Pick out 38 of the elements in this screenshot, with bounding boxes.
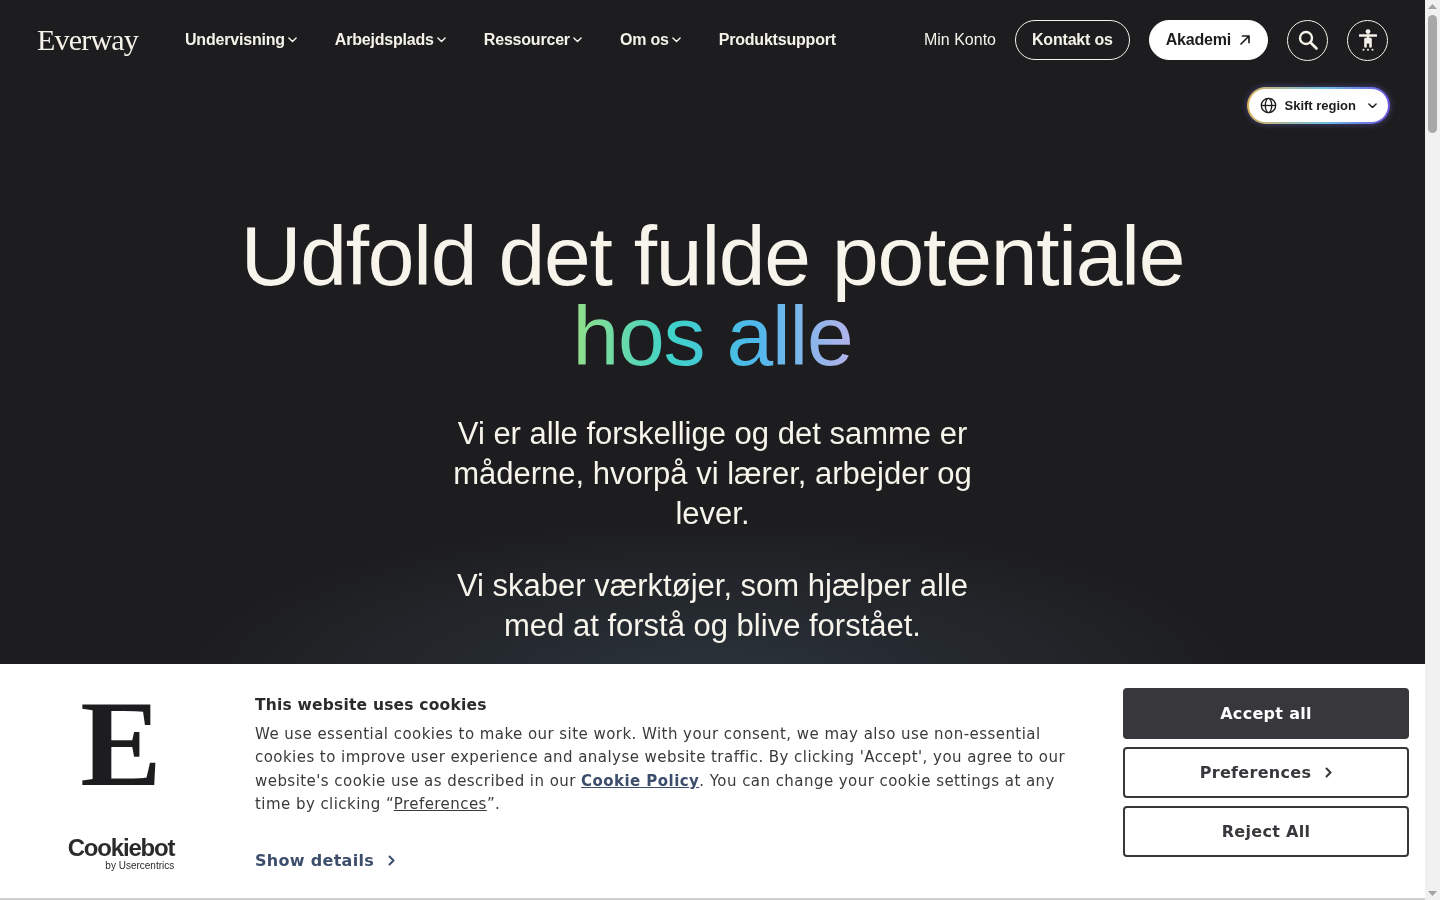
show-details-link[interactable]: Show details — [255, 848, 396, 873]
chevron-down-icon — [287, 37, 297, 43]
chevron-right-icon — [1325, 767, 1333, 778]
nav-menu-link[interactable]: Om os — [619, 28, 681, 52]
chevron-right-icon — [388, 855, 396, 867]
nav-menu-link[interactable]: Ressourcer — [483, 28, 582, 52]
provider-logo-text: Cookiebot — [67, 836, 175, 860]
nav-menu-link[interactable]: Arbejdsplads — [334, 28, 446, 52]
nav-menu-link[interactable]: Undervisning — [185, 28, 297, 52]
brand-logo[interactable]: Everway — [37, 25, 138, 55]
reject-all-button[interactable]: Reject All — [1123, 806, 1409, 857]
chevron-down-icon — [436, 37, 446, 43]
preferences-button[interactable]: Preferences — [1123, 747, 1409, 798]
scrollbar-thumb[interactable] — [1428, 15, 1437, 133]
provider-byline: by Usercentrics — [105, 861, 175, 871]
accept-all-button[interactable]: Accept all — [1123, 688, 1409, 739]
chevron-down-icon — [1368, 102, 1377, 109]
chevron-down-icon — [671, 37, 681, 43]
nav-link[interactable]: Produktsupport — [718, 28, 836, 52]
chevron-down-icon — [572, 37, 582, 43]
scrollbar[interactable] — [1425, 0, 1440, 900]
hero-heading: Udfold det fulde potentiale hos alle — [239, 216, 1186, 376]
preferences-link[interactable]: Preferences — [393, 795, 487, 814]
arrow-up-right-icon — [1239, 34, 1251, 46]
region-button[interactable]: Skift region — [1247, 87, 1390, 124]
scroll-up-arrow-icon[interactable] — [1428, 4, 1437, 9]
cookie-policy-link[interactable]: Cookie Policy — [581, 771, 700, 790]
hero-paragraph: Vi er alle forskellige og det samme er måderne, hvorpå vi lærer, arbejder og lever. — [452, 415, 973, 533]
hero-paragraph: Vi skaber værktøjer, som hjælper alle med at forstå og blive forstået. — [455, 567, 970, 645]
brand-logo-mark: E — [80, 694, 162, 794]
globe-icon — [1260, 97, 1278, 114]
search-icon — [1297, 30, 1318, 50]
cookie-notice-text: We use essential cookies to make our site work. With your consent, we may also use non-essential cookies to improve user experience and analyse website traffic. By clicking 'Accept', you agree to our website's cookie use as described in our Cookie Policy. You can change your cookie settings at any time by clicking “Preferences”. — [255, 723, 1067, 816]
cookie-title: This website uses cookies — [255, 696, 488, 715]
account-link[interactable]: Min Konto — [923, 28, 996, 52]
accessibility-person-icon — [1358, 29, 1377, 51]
scroll-down-arrow-icon[interactable] — [1428, 891, 1437, 896]
academy-button[interactable]: Akademi — [1148, 20, 1268, 60]
